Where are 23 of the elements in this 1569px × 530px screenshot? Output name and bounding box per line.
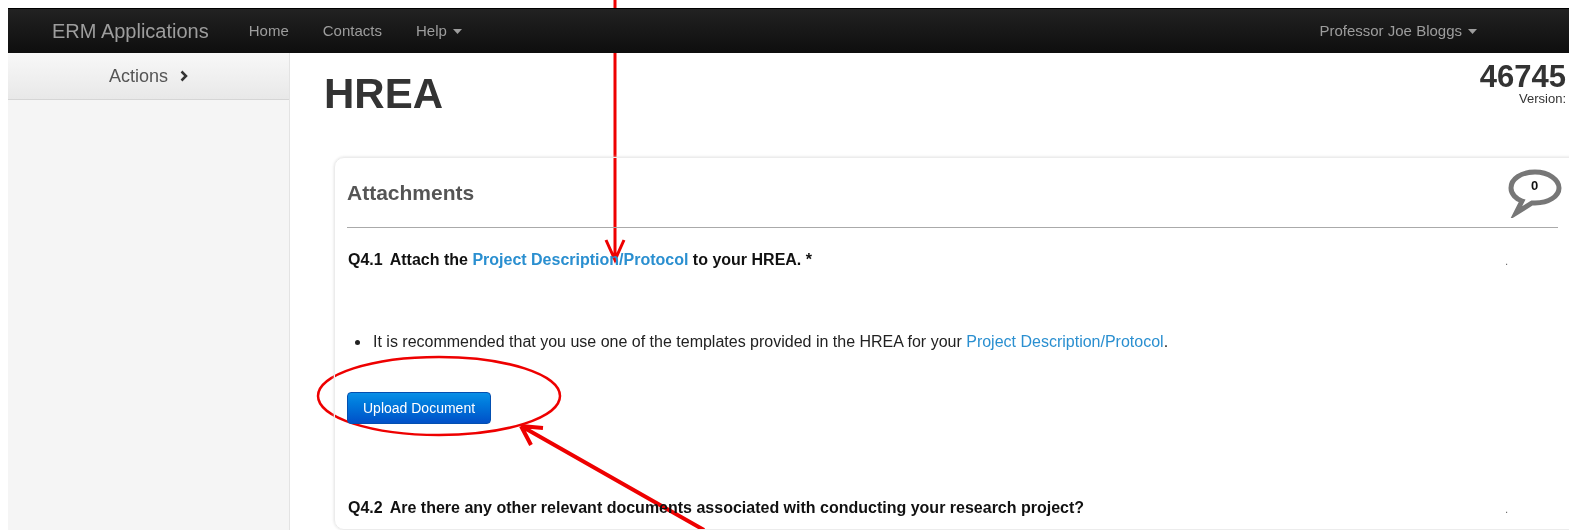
nav-link[interactable]: Home xyxy=(248,19,289,43)
page-title: HREA xyxy=(324,73,443,115)
question-text: Attach the Project Description/Protocol to your HREA. * xyxy=(389,251,812,268)
brand-name[interactable]: ERM Applications xyxy=(52,16,209,46)
question-number: Q4.1 xyxy=(348,251,383,268)
comment-count: 0 xyxy=(1531,176,1539,195)
required-marker: . xyxy=(1505,503,1508,517)
caret-icon xyxy=(1468,28,1477,34)
document-link[interactable]: Project Description/Protocol xyxy=(966,333,1164,350)
bullet-icon xyxy=(355,339,360,345)
record-id: 46745 xyxy=(1479,61,1566,92)
document-link[interactable]: Project Description/Protocol xyxy=(472,251,689,268)
section-title: Attachments xyxy=(347,179,475,206)
version-label: Version: xyxy=(1519,92,1566,105)
nav-link[interactable]: Help xyxy=(415,19,462,43)
bullet-text: It is recommended that you use one of the templates provided in the HREA for your Project Description/Protocol. xyxy=(373,332,1169,352)
upload-document-button[interactable]: Upload Document xyxy=(347,392,492,424)
chevron-right-icon xyxy=(180,70,188,82)
question-number: Q4.2 xyxy=(348,499,383,516)
comment-icon[interactable]: 0 xyxy=(1508,167,1562,218)
required-marker: . xyxy=(1505,255,1508,269)
nav-link[interactable]: Contacts xyxy=(322,19,382,43)
user-menu[interactable]: Professor Joe Bloggs xyxy=(1319,19,1477,43)
